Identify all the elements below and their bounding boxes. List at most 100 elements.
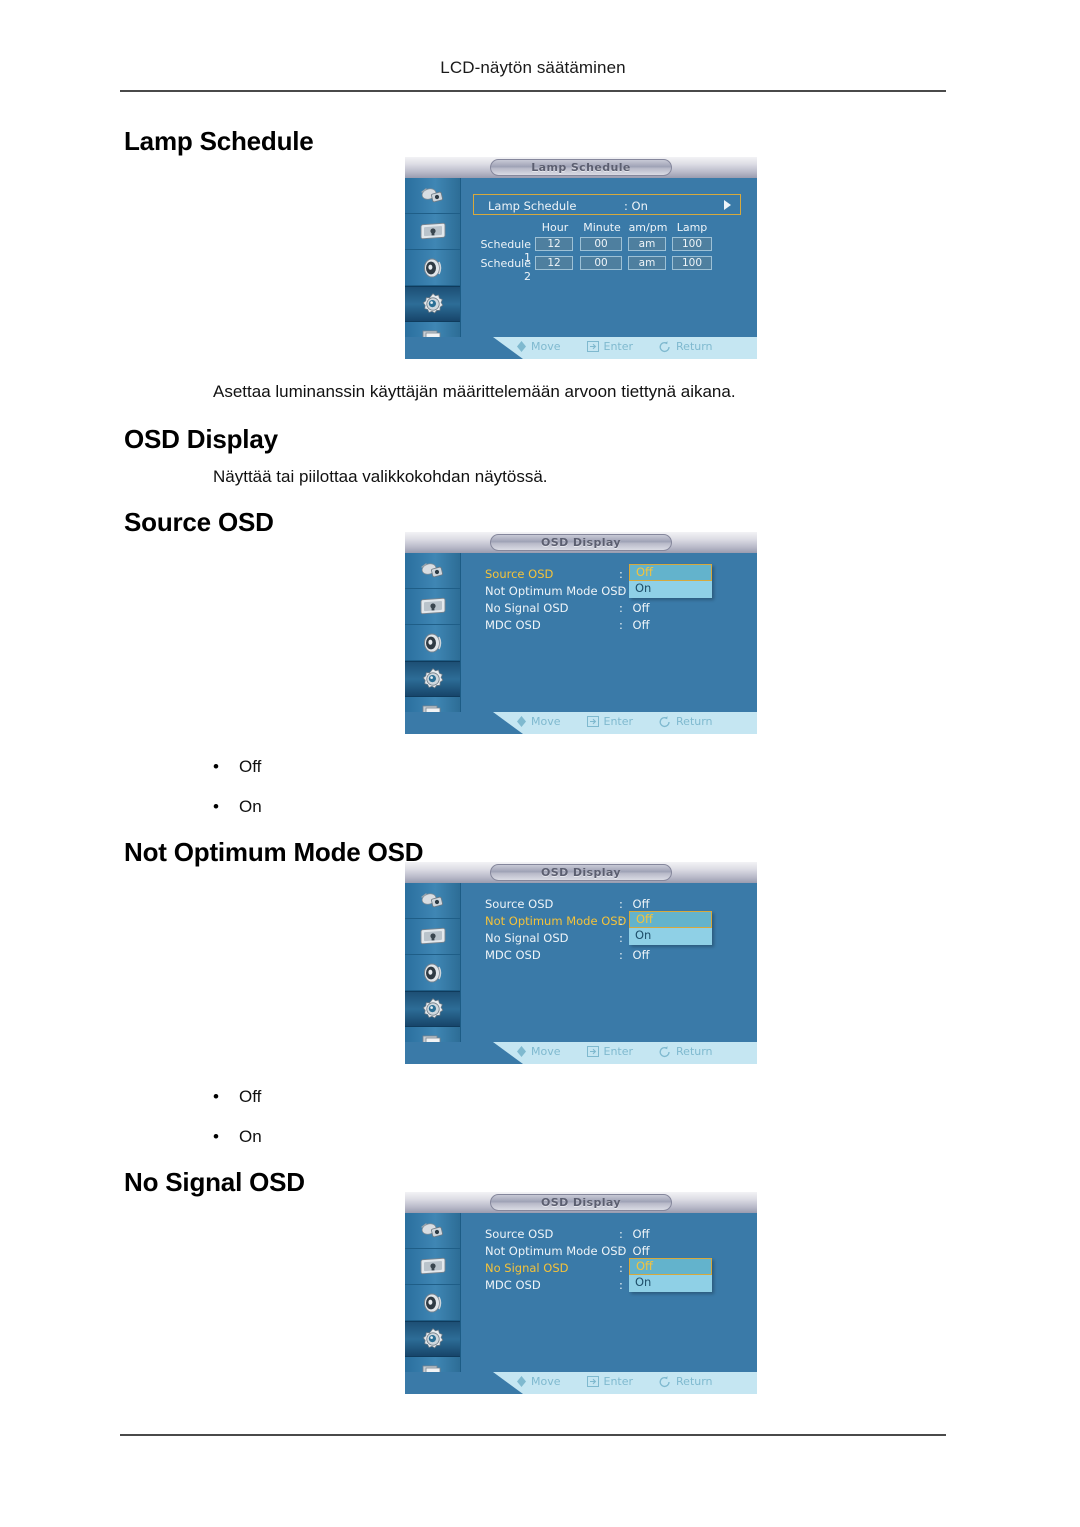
sidebar-item-picture[interactable] bbox=[405, 214, 460, 250]
setup-gear-icon bbox=[420, 1327, 446, 1351]
return-arrow-icon bbox=[659, 1375, 670, 1387]
osd-sidebar bbox=[405, 553, 461, 734]
table-row-name: Schedule 2 bbox=[480, 257, 531, 283]
dropdown-no-signal[interactable]: Off On bbox=[629, 1258, 712, 1292]
move-diamond-icon bbox=[517, 341, 526, 352]
osd-row-not-optimum[interactable]: Not Optimum Mode OSD bbox=[485, 1244, 626, 1258]
sidebar-item-input[interactable] bbox=[405, 883, 460, 919]
footer-enter: Enter bbox=[586, 715, 634, 728]
dropdown-option-off[interactable]: Off bbox=[629, 564, 712, 581]
footer-enter-label: Enter bbox=[603, 1375, 634, 1388]
osd-row-source-osd[interactable]: Source OSD bbox=[485, 897, 553, 911]
footer-divider bbox=[120, 1434, 946, 1436]
osd-colon: : bbox=[619, 1227, 623, 1241]
osd-value-text: Off bbox=[632, 601, 650, 615]
osd-body: Lamp Schedule : On Hour Minute am/pm Lam… bbox=[461, 178, 757, 337]
return-arrow-icon bbox=[659, 715, 670, 727]
footer-enter-label: Enter bbox=[603, 715, 634, 728]
schedule2-ampm-field[interactable]: am bbox=[628, 256, 666, 270]
footer-move-label: Move bbox=[531, 1045, 561, 1058]
sidebar-item-setup[interactable] bbox=[405, 1321, 460, 1357]
osd-value-mdc: : Off bbox=[619, 618, 650, 632]
osd-screenshot-not-optimum: OSD Display Source OSD Not Optimum Mode … bbox=[405, 862, 757, 1064]
bullet-label: Off bbox=[239, 1087, 262, 1106]
osd-row-source-osd[interactable]: Source OSD bbox=[485, 567, 553, 581]
enter-icon bbox=[586, 1376, 599, 1387]
osd-row-mdc[interactable]: MDC OSD bbox=[485, 618, 541, 632]
schedule1-minute-field[interactable]: 00 bbox=[580, 237, 622, 251]
osd-sidebar bbox=[405, 1213, 461, 1394]
schedule1-ampm-field[interactable]: am bbox=[628, 237, 666, 251]
sidebar-item-setup[interactable] bbox=[405, 286, 460, 322]
osd-value-text: Off bbox=[632, 1244, 650, 1258]
osd-row-mdc[interactable]: MDC OSD bbox=[485, 948, 541, 962]
osd-row-no-signal[interactable]: No Signal OSD bbox=[485, 1261, 568, 1275]
dropdown-not-optimum[interactable]: Off On bbox=[629, 911, 712, 945]
sidebar-item-picture[interactable] bbox=[405, 919, 460, 955]
schedule1-hour-field[interactable]: 12 bbox=[535, 237, 573, 251]
dropdown-option-on[interactable]: On bbox=[629, 1275, 712, 1292]
dropdown-option-on[interactable]: On bbox=[629, 928, 712, 945]
setup-gear-icon bbox=[420, 292, 446, 316]
sidebar-item-sound[interactable] bbox=[405, 955, 460, 991]
dropdown-option-on[interactable]: On bbox=[629, 581, 712, 598]
sidebar-item-setup[interactable] bbox=[405, 661, 460, 697]
schedule2-lamp-field[interactable]: 100 bbox=[672, 256, 712, 270]
enter-icon bbox=[586, 341, 599, 352]
footer-return-label: Return bbox=[676, 715, 713, 728]
osd-colon: : bbox=[619, 584, 623, 598]
return-arrow-icon bbox=[659, 340, 670, 352]
sidebar-item-input[interactable] bbox=[405, 553, 460, 589]
dropdown-option-off[interactable]: Off bbox=[629, 911, 712, 928]
bullet-off-not-optimum: • Off bbox=[213, 1087, 261, 1107]
footer-enter: Enter bbox=[586, 1375, 634, 1388]
sidebar-item-picture[interactable] bbox=[405, 589, 460, 625]
return-arrow-icon bbox=[659, 1045, 670, 1057]
osd-row-source-osd[interactable]: Source OSD bbox=[485, 1227, 553, 1241]
osd-value-source-osd: : bbox=[619, 567, 623, 581]
input-source-icon bbox=[420, 561, 446, 581]
sidebar-item-sound[interactable] bbox=[405, 625, 460, 661]
header-divider bbox=[120, 90, 946, 92]
paragraph-lamp-schedule: Asettaa luminanssin käyttäjän määrittele… bbox=[213, 382, 736, 401]
dropdown-source-osd[interactable]: Off On bbox=[629, 564, 712, 598]
bullet-marker: • bbox=[213, 1087, 219, 1106]
sidebar-item-picture[interactable] bbox=[405, 1249, 460, 1285]
osd-row-lamp-schedule[interactable]: Lamp Schedule : On bbox=[473, 194, 741, 215]
bullet-label: On bbox=[239, 1127, 262, 1146]
osd-footer-tab bbox=[405, 1372, 523, 1394]
schedule2-hour-field[interactable]: 12 bbox=[535, 256, 573, 270]
footer-return-label: Return bbox=[676, 1045, 713, 1058]
osd-row-label: No Signal OSD bbox=[485, 931, 569, 945]
osd-row-mdc[interactable]: MDC OSD bbox=[485, 1278, 541, 1292]
sound-icon bbox=[421, 962, 445, 984]
osd-row-label: No Signal OSD bbox=[485, 1261, 569, 1275]
osd-screenshot-source-osd: OSD Display Source OSD Not Optimum Mode … bbox=[405, 532, 757, 734]
footer-return: Return bbox=[659, 1375, 713, 1388]
osd-value-no-signal: : bbox=[619, 931, 623, 945]
picture-icon bbox=[419, 222, 447, 242]
schedule2-minute-field[interactable]: 00 bbox=[580, 256, 622, 270]
osd-colon: : bbox=[619, 948, 623, 962]
osd-footer: Move Enter Return bbox=[405, 1372, 757, 1394]
table-header-ampm: am/pm bbox=[628, 221, 668, 234]
sidebar-item-input[interactable] bbox=[405, 178, 460, 214]
osd-row-label: Not Optimum Mode OSD bbox=[485, 584, 627, 598]
osd-value-not-optimum: : Off bbox=[619, 1244, 650, 1258]
sidebar-item-sound[interactable] bbox=[405, 1285, 460, 1321]
osd-value-mdc: : bbox=[619, 1278, 623, 1292]
sidebar-item-input[interactable] bbox=[405, 1213, 460, 1249]
osd-row-not-optimum[interactable]: Not Optimum Mode OSD bbox=[485, 914, 626, 928]
dropdown-option-off[interactable]: Off bbox=[629, 1258, 712, 1275]
osd-row-no-signal[interactable]: No Signal OSD bbox=[485, 931, 568, 945]
schedule1-lamp-field[interactable]: 100 bbox=[672, 237, 712, 251]
sidebar-item-sound[interactable] bbox=[405, 250, 460, 286]
osd-footer-tab bbox=[405, 337, 523, 359]
osd-colon: : bbox=[619, 1261, 623, 1275]
osd-titlebar: OSD Display bbox=[405, 532, 757, 554]
osd-title-pill: Lamp Schedule bbox=[490, 159, 672, 176]
osd-row-not-optimum[interactable]: Not Optimum Mode OSD bbox=[485, 584, 626, 598]
osd-row-no-signal[interactable]: No Signal OSD bbox=[485, 601, 568, 615]
sidebar-item-setup[interactable] bbox=[405, 991, 460, 1027]
osd-colon: : bbox=[619, 931, 623, 945]
